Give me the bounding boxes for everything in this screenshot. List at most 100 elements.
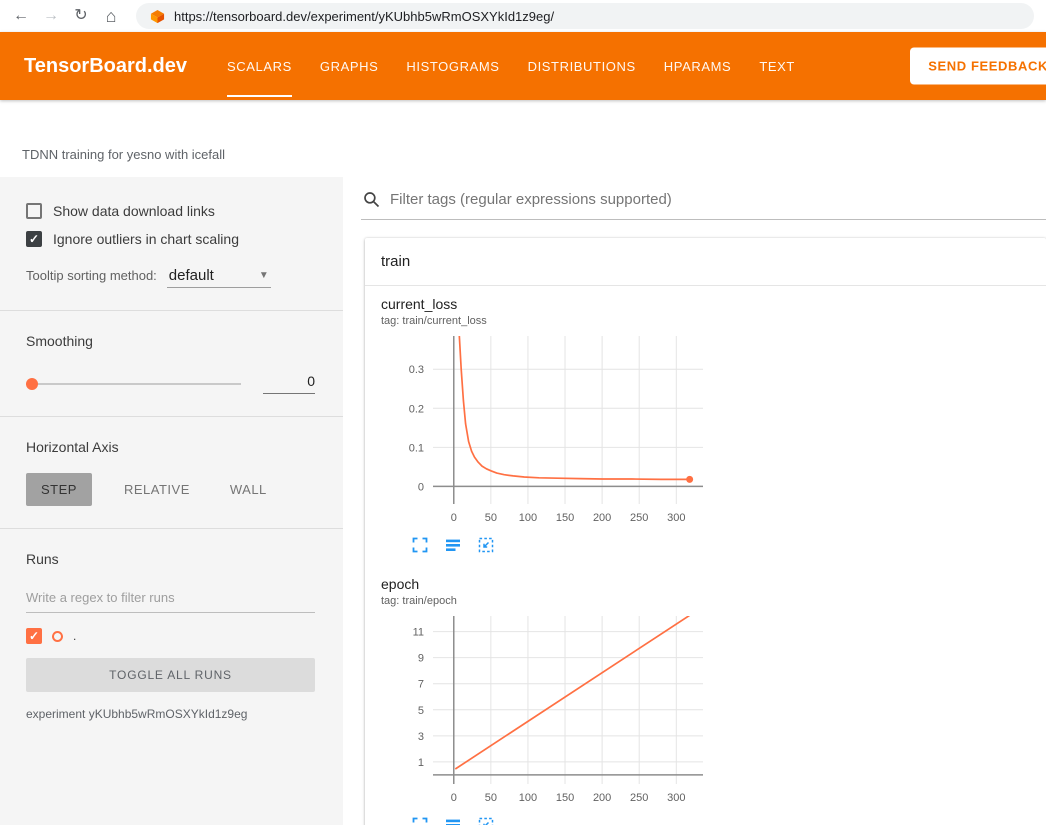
address-bar[interactable]: https://tensorboard.dev/experiment/yKUbh…	[136, 3, 1034, 29]
main-panel: train current_loss tag: train/current_los…	[343, 177, 1046, 825]
svg-text:11: 11	[413, 627, 424, 639]
divider	[0, 310, 343, 311]
train-card: train current_loss tag: train/current_los…	[365, 238, 1046, 825]
search-icon	[363, 191, 380, 208]
home-icon[interactable]: ⌂	[102, 7, 120, 25]
chart-current_loss: current_loss tag: train/current_loss 0 0.1 0…	[377, 290, 711, 554]
ignore-outliers-checkbox[interactable]: ✓ Ignore outliers in chart scaling	[26, 231, 315, 247]
tooltip-sort-value: default	[169, 267, 214, 284]
experiment-note: experiment yKUbhb5wRmOSXYkId1z9eg	[26, 707, 315, 721]
filter-tags-row	[361, 187, 1046, 220]
run-overlay-icon[interactable]	[444, 536, 462, 554]
svg-text:0.1: 0.1	[409, 442, 424, 454]
svg-text:9: 9	[418, 653, 424, 665]
chart-toolbar	[377, 536, 711, 554]
tensorboard-favicon-icon	[150, 9, 165, 24]
checkbox-checked-icon: ✓	[26, 231, 42, 247]
tooltip-sort-row: Tooltip sorting method: default ▼	[26, 267, 315, 288]
send-feedback-button[interactable]: SEND FEEDBACK	[910, 48, 1046, 85]
smoothing-value[interactable]: 0	[263, 373, 315, 394]
svg-text:300: 300	[667, 512, 685, 524]
slider-thumb[interactable]	[26, 378, 38, 390]
smoothing-slider-row: 0	[26, 373, 315, 394]
expand-chart-icon[interactable]	[411, 536, 429, 554]
tab-scalars[interactable]: SCALARS	[227, 32, 292, 100]
svg-text:3: 3	[418, 731, 424, 743]
reload-icon[interactable]: ↻	[72, 8, 90, 24]
axis-step-button[interactable]: STEP	[26, 473, 92, 506]
horizontal-axis-label: Horizontal Axis	[26, 439, 315, 455]
run-overlay-icon[interactable]	[444, 816, 462, 825]
tooltip-sort-label: Tooltip sorting method:	[26, 268, 157, 283]
svg-text:200: 200	[593, 512, 611, 524]
brand-title: TensorBoard.dev	[24, 55, 187, 78]
svg-text:50: 50	[485, 792, 497, 804]
svg-text:0: 0	[451, 792, 457, 804]
chart-canvas-current_loss[interactable]: 00.10.20.3050100150200250300	[377, 330, 711, 532]
tag-group-header[interactable]: train	[365, 238, 1046, 286]
axis-wall-button[interactable]: WALL	[222, 473, 275, 506]
checkbox-label: Show data download links	[53, 203, 215, 219]
svg-text:0.3: 0.3	[409, 364, 424, 376]
svg-text:100: 100	[519, 512, 537, 524]
horizontal-axis-buttons: STEP RELATIVE WALL	[26, 473, 315, 506]
sidebar: ✓ Show data download links ✓ Ignore outl…	[0, 177, 343, 825]
run-name: .	[73, 629, 76, 643]
run-checkbox-icon[interactable]: ✓	[26, 628, 42, 644]
content: ✓ Show data download links ✓ Ignore outl…	[0, 177, 1046, 825]
chart-epoch: epoch tag: train/epoch 1 3 5 7 9 11 0 50 100 150 200…	[377, 570, 711, 825]
charts-grid: current_loss tag: train/current_loss 0 0.1 0…	[365, 286, 1046, 825]
divider	[0, 528, 343, 529]
chart-title: epoch	[377, 576, 711, 592]
svg-text:50: 50	[485, 512, 497, 524]
chart-title: current_loss	[377, 296, 711, 312]
dropdown-arrow-icon: ▼	[259, 270, 269, 281]
svg-text:100: 100	[519, 792, 537, 804]
svg-text:0: 0	[451, 512, 457, 524]
svg-text:1: 1	[418, 757, 424, 769]
experiment-header: TDNN training for yesno with icefall	[0, 100, 1046, 177]
svg-text:0.2: 0.2	[409, 403, 424, 415]
chart-toolbar	[377, 816, 711, 825]
nav-tabs: SCALARS GRAPHS HISTOGRAMS DISTRIBUTIONS HPAR…	[227, 32, 795, 100]
smoothing-slider[interactable]	[26, 383, 241, 385]
svg-text:5: 5	[418, 705, 424, 717]
tab-distributions[interactable]: DISTRIBUTIONS	[528, 32, 636, 100]
tab-histograms[interactable]: HISTOGRAMS	[406, 32, 499, 100]
svg-text:300: 300	[667, 792, 685, 804]
show-download-links-checkbox[interactable]: ✓ Show data download links	[26, 203, 315, 219]
checkbox-label: Ignore outliers in chart scaling	[53, 231, 239, 247]
experiment-title: TDNN training for yesno with icefall	[22, 147, 225, 162]
runs-filter-input[interactable]	[26, 583, 315, 613]
chart-canvas-epoch[interactable]: 1 3 5 7 9 11 0 50 100 150 200 250 300	[377, 610, 711, 812]
runs-label: Runs	[26, 551, 315, 567]
fit-domain-icon[interactable]	[477, 536, 495, 554]
fit-domain-icon[interactable]	[477, 816, 495, 825]
url-text: https://tensorboard.dev/experiment/yKUbh…	[174, 9, 554, 24]
svg-text:150: 150	[556, 512, 574, 524]
tab-hparams[interactable]: HPARAMS	[664, 32, 732, 100]
forward-icon[interactable]: →	[42, 8, 60, 24]
expand-chart-icon[interactable]	[411, 816, 429, 825]
tooltip-sort-select[interactable]: default ▼	[167, 267, 271, 288]
svg-text:200: 200	[593, 792, 611, 804]
svg-text:7: 7	[418, 679, 424, 691]
chart-subtitle: tag: train/epoch	[377, 595, 711, 607]
back-icon[interactable]: ←	[12, 8, 30, 24]
tab-graphs[interactable]: GRAPHS	[320, 32, 379, 100]
axis-relative-button[interactable]: RELATIVE	[116, 473, 198, 506]
browser-chrome: ← → ↻ ⌂ https://tensorboard.dev/experime…	[0, 0, 1046, 32]
chart-subtitle: tag: train/current_loss	[377, 315, 711, 327]
svg-text:250: 250	[630, 792, 648, 804]
run-color-swatch	[52, 631, 63, 642]
toggle-all-runs-button[interactable]: TOGGLE ALL RUNS	[26, 658, 315, 692]
tab-text[interactable]: TEXT	[759, 32, 795, 100]
divider	[0, 416, 343, 417]
tag-group-title: train	[381, 253, 410, 270]
run-row[interactable]: ✓ .	[26, 628, 315, 644]
filter-tags-input[interactable]	[390, 191, 1046, 208]
screen: ← → ↻ ⌂ https://tensorboard.dev/experime…	[0, 0, 1046, 825]
svg-text:150: 150	[556, 792, 574, 804]
app-header: TensorBoard.dev SCALARS GRAPHS HISTOGRAMS D…	[0, 32, 1046, 100]
svg-text:0: 0	[418, 481, 424, 493]
